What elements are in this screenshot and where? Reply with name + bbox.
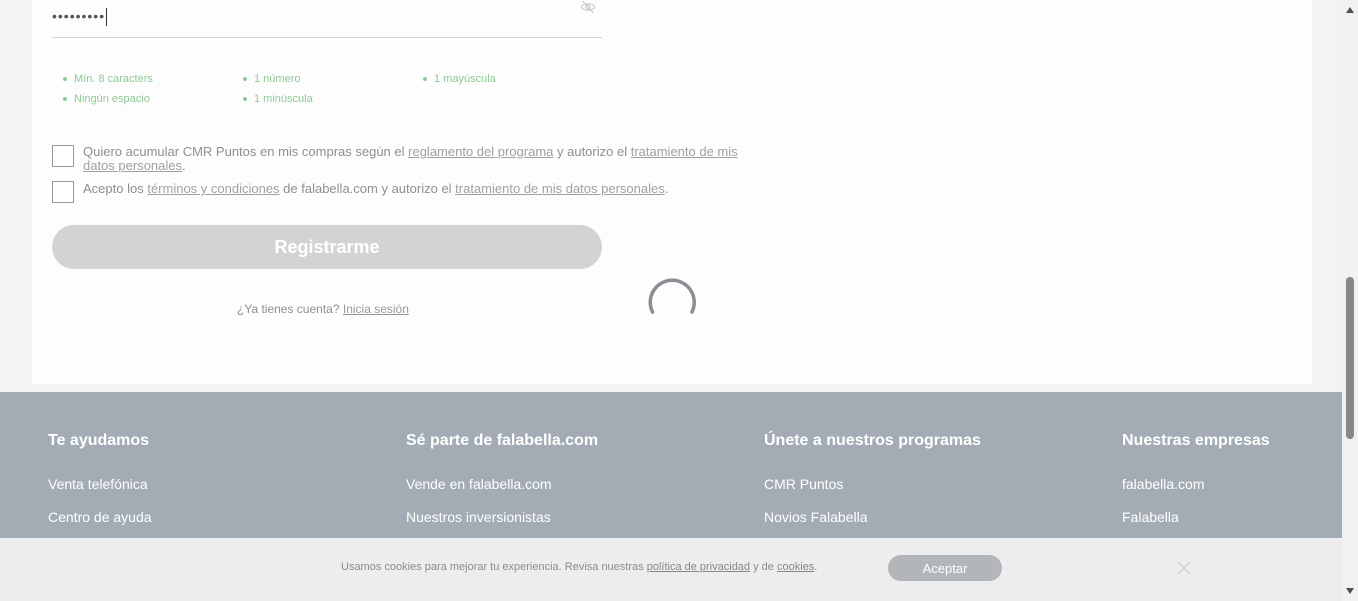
footer-column-companies: Nuestras empresas falabella.com Falabell… (1122, 432, 1270, 542)
footer-link[interactable]: falabella.com (1122, 476, 1270, 492)
privacy-policy-link[interactable]: política de privacidad (647, 561, 750, 573)
password-input[interactable]: ••••••••• (52, 8, 108, 27)
accept-cookies-button[interactable]: Aceptar (888, 555, 1002, 581)
terms-consent-checkbox[interactable] (52, 181, 74, 203)
terms-consent-text: Acepto los términos y condiciones de fal… (83, 181, 669, 196)
footer-column-title: Únete a nuestros programas (764, 432, 981, 449)
footer-link[interactable]: CMR Puntos (764, 476, 981, 492)
login-link[interactable]: Inicia sesión (343, 302, 409, 316)
cmr-consent-row: Quiero acumular CMR Puntos en mis compra… (52, 145, 738, 173)
requirement-uppercase: 1 mayúscula (423, 73, 496, 85)
page-scrollbar[interactable] (1342, 0, 1358, 601)
footer-link[interactable]: Nuestros inversionistas (406, 509, 598, 525)
footer-link[interactable]: Venta telefónica (48, 476, 152, 492)
scrollbar-thumb[interactable] (1346, 277, 1354, 439)
footer-column-join: Sé parte de falabella.com Vende en falab… (406, 432, 598, 542)
footer-column-programs: Únete a nuestros programas CMR Puntos No… (764, 432, 981, 542)
eye-slash-icon[interactable] (580, 0, 596, 14)
check-dot-icon (63, 77, 67, 81)
requirement-lowercase: 1 minúscula (243, 93, 313, 105)
text-caret (106, 8, 108, 27)
login-prompt: ¿Ya tienes cuenta? Inicia sesión (237, 302, 409, 316)
cookie-message: Usamos cookies para mejorar tu experienc… (341, 561, 818, 573)
requirement-number: 1 número (243, 73, 300, 85)
program-rules-link[interactable]: reglamento del programa (408, 144, 553, 159)
footer-column-title: Te ayudamos (48, 432, 150, 449)
main-area: ••••••••• Mín. 8 caracters 1 número 1 ma… (0, 0, 1342, 392)
close-icon[interactable] (1176, 560, 1192, 576)
check-dot-icon (423, 77, 427, 81)
requirement-min-length: Mín. 8 caracters (63, 73, 153, 85)
password-field[interactable]: ••••••••• (52, 0, 602, 38)
cookies-policy-link[interactable]: cookies (777, 561, 814, 573)
scroll-down-arrow-icon[interactable] (1342, 584, 1358, 598)
check-dot-icon (243, 77, 247, 81)
check-dot-icon (63, 97, 67, 101)
footer-link[interactable]: Falabella (1122, 509, 1270, 525)
footer-column-title: Sé parte de falabella.com (406, 432, 599, 449)
terms-link[interactable]: términos y condiciones (147, 181, 279, 196)
footer-link[interactable]: Centro de ayuda (48, 509, 152, 525)
cmr-consent-text: Quiero acumular CMR Puntos en mis compra… (83, 144, 738, 173)
footer-column-help: Te ayudamos Venta telefónica Centro de a… (48, 432, 152, 542)
register-button[interactable]: Registrarme (52, 225, 602, 269)
cmr-consent-checkbox[interactable] (52, 145, 74, 167)
terms-consent-row: Acepto los términos y condiciones de fal… (52, 181, 668, 203)
footer-column-title: Nuestras empresas (1122, 432, 1270, 449)
data-treatment-link[interactable]: tratamiento de mis datos personales (455, 181, 665, 196)
cookie-banner: Usamos cookies para mejorar tu experienc… (0, 538, 1342, 601)
check-dot-icon (243, 97, 247, 101)
footer-link[interactable]: Novios Falabella (764, 509, 981, 525)
scroll-up-arrow-icon[interactable] (1342, 3, 1358, 17)
requirement-no-space: Ningún espacio (63, 93, 150, 105)
footer: Te ayudamos Venta telefónica Centro de a… (0, 392, 1342, 540)
spinner-icon (648, 278, 696, 314)
footer-link[interactable]: Vende en falabella.com (406, 476, 598, 492)
